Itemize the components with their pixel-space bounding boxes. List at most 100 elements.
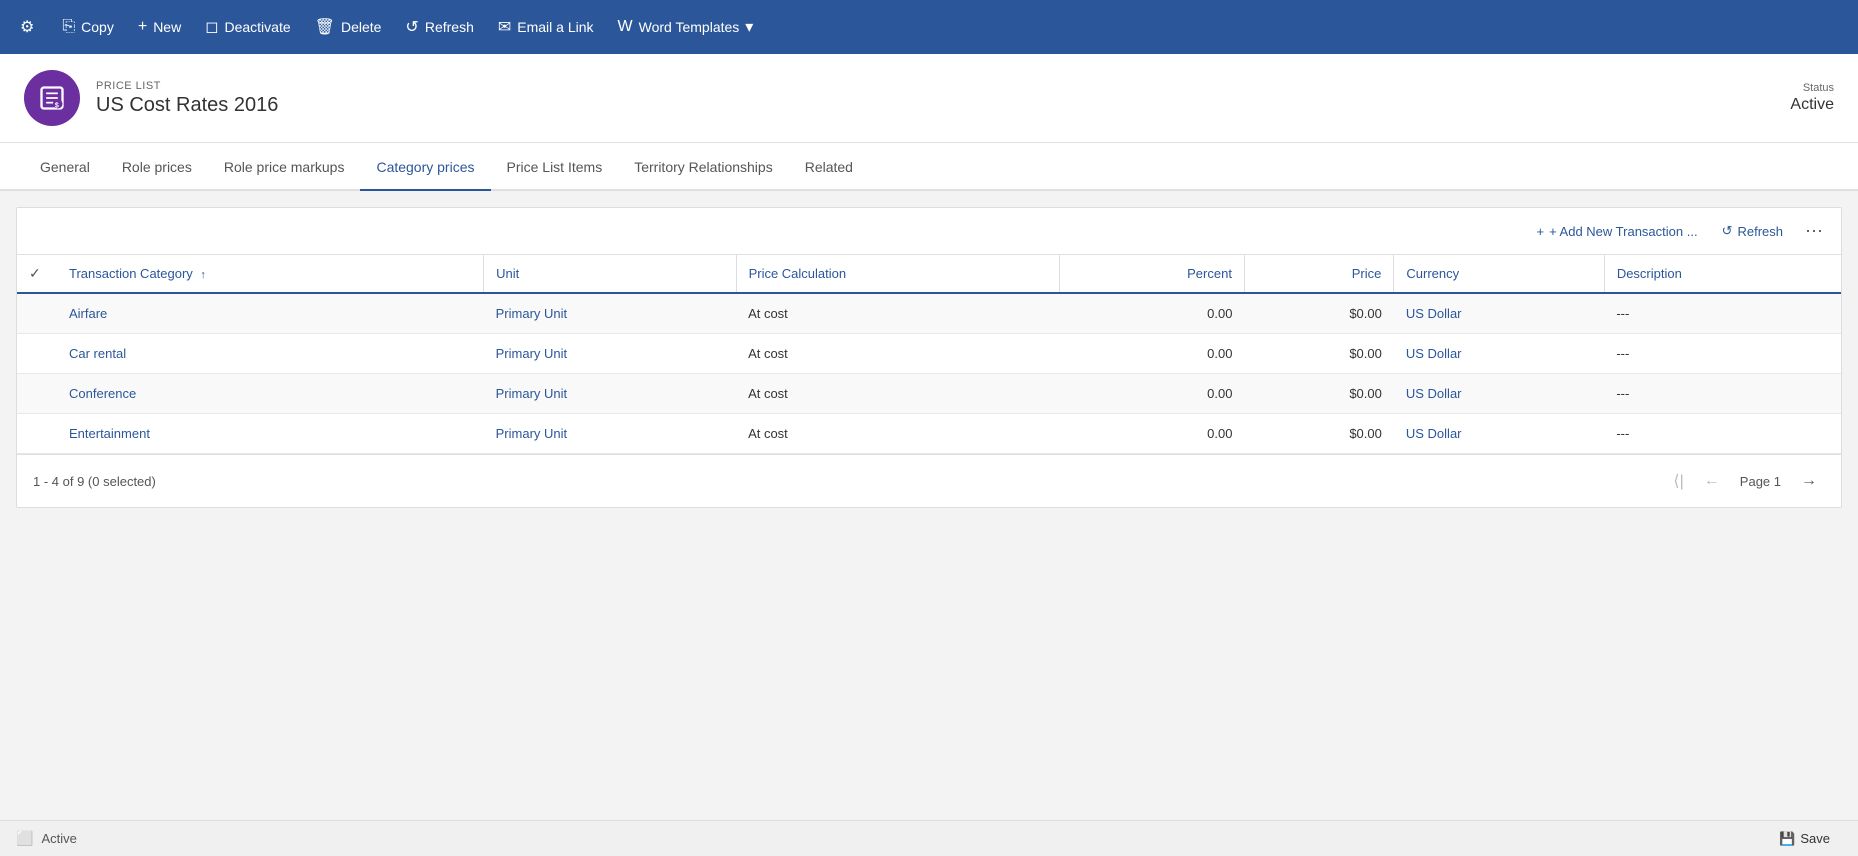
cell-price-calculation-3: At cost [736, 414, 1060, 454]
status-value: Active [1790, 96, 1834, 114]
refresh-button[interactable]: ↺ Refresh [393, 11, 485, 43]
grid-refresh-button[interactable]: ↺ Refresh [1714, 219, 1791, 243]
th-price-calculation[interactable]: Price Calculation [736, 255, 1060, 293]
cell-price-3: $0.00 [1244, 414, 1393, 454]
table-body: Airfare Primary Unit At cost 0.00 $0.00 … [17, 293, 1841, 454]
table-row: Conference Primary Unit At cost 0.00 $0.… [17, 374, 1841, 414]
cell-transaction-category-3[interactable]: Entertainment [57, 414, 484, 454]
tab-price-list-items[interactable]: Price List Items [491, 143, 619, 191]
cell-description-2: --- [1604, 374, 1841, 414]
th-transaction-category[interactable]: Transaction Category ↑ [57, 255, 484, 293]
cell-currency-3[interactable]: US Dollar [1394, 414, 1604, 454]
ellipsis-icon: ⋯ [1805, 221, 1823, 241]
word-templates-label: Word Templates [639, 19, 740, 35]
status-bar-icon: ⬜ [16, 830, 33, 847]
cell-currency-0[interactable]: US Dollar [1394, 293, 1604, 334]
cell-unit-3[interactable]: Primary Unit [484, 414, 736, 454]
add-new-label: + Add New Transaction ... [1549, 224, 1698, 239]
svg-text:$: $ [55, 102, 59, 109]
grid-more-button[interactable]: ⋯ [1799, 218, 1829, 244]
table-row: Car rental Primary Unit At cost 0.00 $0.… [17, 334, 1841, 374]
page-label: Page 1 [1732, 474, 1789, 489]
first-page-button[interactable]: ⟨| [1665, 467, 1691, 495]
data-table: ✓ Transaction Category ↑ Unit Price Calc… [17, 255, 1841, 454]
save-button[interactable]: 💾 Save [1767, 827, 1842, 851]
copy-button[interactable]: ⎘ Copy [50, 12, 126, 42]
record-avatar: $ [24, 70, 80, 126]
chevron-down-icon: ▾ [745, 17, 753, 37]
cell-description-0: --- [1604, 293, 1841, 334]
row-check-1[interactable] [17, 334, 57, 374]
grid-refresh-icon: ↺ [1722, 223, 1733, 239]
th-percent[interactable]: Percent [1060, 255, 1245, 293]
row-check-3[interactable] [17, 414, 57, 454]
cell-description-3: --- [1604, 414, 1841, 454]
deactivate-button[interactable]: ◻ Deactivate [193, 11, 302, 43]
cell-price-calculation-1: At cost [736, 334, 1060, 374]
save-label: Save [1800, 831, 1830, 846]
th-currency[interactable]: Currency [1394, 255, 1604, 293]
settings-icon: ⚙ [20, 17, 34, 37]
th-unit[interactable]: Unit [484, 255, 736, 293]
cell-price-calculation-0: At cost [736, 293, 1060, 334]
word-icon: W [618, 18, 633, 36]
cell-unit-2[interactable]: Primary Unit [484, 374, 736, 414]
word-templates-button[interactable]: W Word Templates ▾ [606, 11, 766, 43]
record-type-label: PRICE LIST [96, 80, 1790, 92]
cell-unit-1[interactable]: Primary Unit [484, 334, 736, 374]
cell-percent-1: 0.00 [1060, 334, 1245, 374]
email-icon: ✉ [498, 17, 511, 37]
grid-refresh-label: Refresh [1737, 224, 1783, 239]
cell-price-calculation-2: At cost [736, 374, 1060, 414]
tab-role-prices[interactable]: Role prices [106, 143, 208, 191]
delete-button[interactable]: 🗑 Delete [303, 11, 394, 43]
row-check-2[interactable] [17, 374, 57, 414]
prev-page-button[interactable]: ← [1696, 468, 1728, 494]
tab-role-price-markups[interactable]: Role price markups [208, 143, 361, 191]
cell-price-2: $0.00 [1244, 374, 1393, 414]
th-price[interactable]: Price [1244, 255, 1393, 293]
cell-transaction-category-1[interactable]: Car rental [57, 334, 484, 374]
status-bar-left: ⬜ Active [16, 830, 1767, 847]
next-page-button[interactable]: → [1793, 468, 1825, 494]
add-new-transaction-button[interactable]: + + Add New Transaction ... [1528, 220, 1705, 243]
price-list-icon: $ [38, 84, 66, 112]
tab-general[interactable]: General [24, 143, 106, 191]
grid-toolbar: + + Add New Transaction ... ↺ Refresh ⋯ [17, 208, 1841, 255]
cell-currency-1[interactable]: US Dollar [1394, 334, 1604, 374]
sort-up-icon: ↑ [200, 269, 206, 281]
deactivate-label: Deactivate [224, 19, 290, 35]
copy-icon: ⎘ [62, 18, 75, 36]
cell-description-1: --- [1604, 334, 1841, 374]
cell-transaction-category-0[interactable]: Airfare [57, 293, 484, 334]
cell-currency-2[interactable]: US Dollar [1394, 374, 1604, 414]
status-bar-text: Active [41, 831, 76, 846]
delete-label: Delete [341, 19, 381, 35]
refresh-label: Refresh [425, 19, 474, 35]
table-header-row: ✓ Transaction Category ↑ Unit Price Calc… [17, 255, 1841, 293]
cell-price-0: $0.00 [1244, 293, 1393, 334]
plus-icon: + [138, 18, 147, 36]
new-button[interactable]: + New [126, 12, 193, 42]
email-link-label: Email a Link [517, 19, 593, 35]
copy-label: Copy [81, 19, 114, 35]
select-all-col[interactable]: ✓ [17, 255, 57, 293]
tab-territory-relationships[interactable]: Territory Relationships [618, 143, 789, 191]
record-name: US Cost Rates 2016 [96, 94, 1790, 117]
pagination-info: 1 - 4 of 9 (0 selected) [33, 474, 1665, 489]
record-status-area: Status Active [1790, 82, 1834, 114]
cell-transaction-category-2[interactable]: Conference [57, 374, 484, 414]
grid-panel: + + Add New Transaction ... ↺ Refresh ⋯ … [16, 207, 1842, 508]
row-check-0[interactable] [17, 293, 57, 334]
settings-button[interactable]: ⚙ [8, 11, 46, 43]
refresh-icon: ↺ [405, 17, 418, 37]
tab-category-prices[interactable]: Category prices [360, 143, 490, 191]
email-link-button[interactable]: ✉ Email a Link [486, 11, 606, 43]
checkmark-icon: ✓ [29, 265, 41, 281]
table-row: Airfare Primary Unit At cost 0.00 $0.00 … [17, 293, 1841, 334]
cell-unit-0[interactable]: Primary Unit [484, 293, 736, 334]
tab-related[interactable]: Related [789, 143, 869, 191]
cell-price-1: $0.00 [1244, 334, 1393, 374]
tabs-bar: General Role prices Role price markups C… [0, 143, 1858, 191]
th-description[interactable]: Description [1604, 255, 1841, 293]
